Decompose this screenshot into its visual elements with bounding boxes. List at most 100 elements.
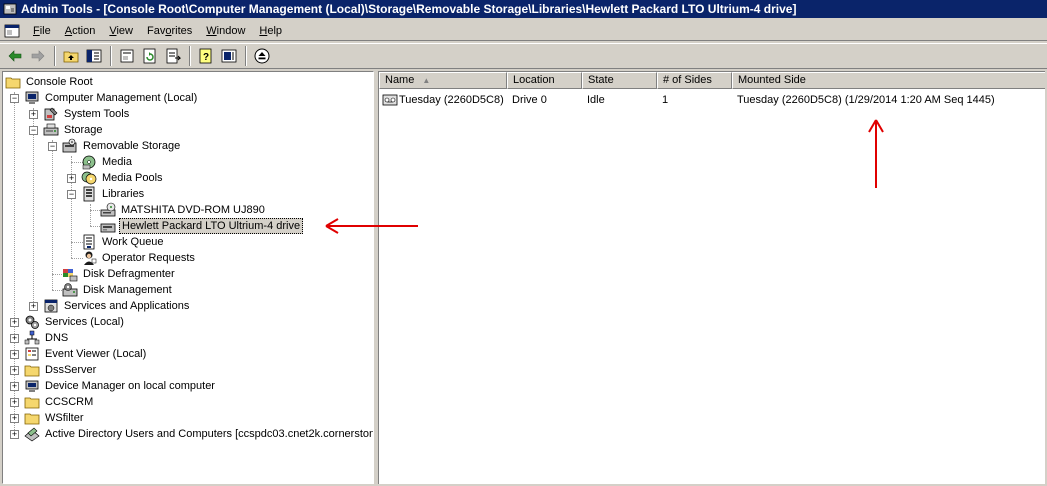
collapse-toggle[interactable]: − [29,126,38,135]
tree-item-console-root[interactable]: Console Root [5,74,95,90]
tree-item-active-directory[interactable]: Active Directory Users and Computers [cc… [24,426,373,442]
tree-item-removable-storage[interactable]: Removable Storage [62,138,182,154]
expand-toggle[interactable]: + [10,430,19,439]
device-manager-icon [25,380,39,392]
list-header: Name ▲ Location State # of Sides Mounted … [379,72,1045,89]
media-icon [82,155,96,170]
tree-connector [90,204,91,226]
expand-toggle[interactable]: + [10,334,19,343]
title-bar[interactable]: Admin Tools - [Console Root\Computer Man… [0,0,1047,18]
tree-item-computer-management[interactable]: Computer Management (Local) [24,90,199,106]
menu-view[interactable]: View [102,22,140,40]
media-pools-icon [81,171,97,185]
expand-toggle[interactable]: + [29,302,38,311]
show-hide-tree-icon [86,49,102,63]
tree-item-libraries[interactable]: Libraries [81,186,146,202]
expand-toggle[interactable]: + [10,366,19,375]
tree-connector [33,108,34,306]
cell-location: Drive 0 [512,94,547,106]
tree-item-dssserver[interactable]: DssServer [24,362,98,378]
tree-item-services-and-applications[interactable]: Services and Applications [43,298,191,314]
menu-file[interactable]: File [26,22,58,40]
collapse-toggle[interactable]: − [10,94,19,103]
tree-item-media[interactable]: Media [81,154,134,170]
forward-button[interactable] [27,45,49,67]
active-directory-icon [24,427,40,442]
tree-item-system-tools[interactable]: System Tools [43,106,131,122]
expand-toggle[interactable]: + [67,174,76,183]
collapse-toggle[interactable]: − [48,142,57,151]
tree-item-work-queue[interactable]: Work Queue [81,234,166,250]
left-arrow-annotation [325,218,418,234]
tree-item-event-viewer[interactable]: Event Viewer (Local) [24,346,148,362]
tree-item-disk-defragmenter[interactable]: Disk Defragmenter [62,266,177,282]
tree-item-wsfilter[interactable]: WSfilter [24,410,86,426]
operator-requests-icon [84,251,97,265]
expand-toggle[interactable]: + [10,350,19,359]
tree-item-disk-management[interactable]: Disk Management [62,282,174,298]
optical-drive-icon [100,202,116,217]
tape-drive-icon [100,223,116,233]
collapse-toggle[interactable]: − [67,190,76,199]
folder-icon [24,365,40,377]
help-icon: ? [199,48,212,64]
computer-management-icon [25,91,39,104]
cell-name: Tuesday (2260D5C8) [379,92,507,108]
menu-window[interactable]: Window [199,22,252,40]
folder-icon [24,413,40,425]
action-pane-icon [221,49,237,63]
properties-button[interactable] [116,45,138,67]
tree-item-storage[interactable]: Storage [43,122,105,138]
tree-item-device-manager[interactable]: Device Manager on local computer [24,378,217,394]
expand-toggle[interactable]: + [29,110,38,119]
tree-item-matshita-dvd-rom[interactable]: MATSHITA DVD-ROM UJ890 [100,202,267,218]
removable-storage-icon [62,138,77,153]
show-hide-tree-button[interactable] [83,45,105,67]
services-gear-icon [25,315,39,329]
properties-icon [120,49,134,63]
refresh-button[interactable] [139,45,161,67]
disk-defragmenter-icon [63,269,78,282]
forward-arrow-icon [31,50,45,62]
disk-management-icon [62,283,78,297]
tree-item-operator-requests[interactable]: Operator Requests [81,250,197,266]
folder-icon [5,77,21,89]
show-hide-action-pane-button[interactable] [218,45,240,67]
export-list-button[interactable] [162,45,184,67]
menu-favorites[interactable]: Favorites [140,22,199,40]
eject-button[interactable] [251,45,273,67]
console-document-icon[interactable] [4,24,20,38]
column-header-state[interactable]: State [582,72,657,89]
help-button[interactable]: ? [195,45,217,67]
eject-icon [254,48,270,64]
toolbar: ? [0,43,1047,69]
menu-help[interactable]: Help [252,22,289,40]
list-row-media[interactable]: Tuesday (2260D5C8) Drive 0 Idle 1 Tuesda… [379,92,1045,108]
column-header-location[interactable]: Location [507,72,582,89]
expand-toggle[interactable]: + [10,398,19,407]
menu-action[interactable]: Action [58,22,103,40]
back-button[interactable] [4,45,26,67]
mmc-window: Admin Tools - [Console Root\Computer Man… [0,0,1047,486]
tree-item-ccscrm[interactable]: CCSCRM [24,394,95,410]
column-header-name[interactable]: Name ▲ [379,72,507,89]
details-pane[interactable]: Name ▲ Location State # of Sides Mounted … [378,71,1045,484]
cell-mounted-side: Tuesday (2260D5C8) (1/29/2014 1:20 AM Se… [737,94,995,106]
cell-state: Idle [587,94,605,106]
up-one-level-button[interactable] [60,45,82,67]
expand-toggle[interactable]: + [10,318,19,327]
svg-text:?: ? [203,52,209,63]
toolbar-separator [245,46,247,66]
toolbar-separator [189,46,191,66]
expand-toggle[interactable]: + [10,382,19,391]
tree-item-dns[interactable]: DNS [24,330,70,346]
sort-ascending-icon: ▲ [422,76,431,85]
expand-toggle[interactable]: + [10,414,19,423]
tree-item-hp-lto-drive[interactable]: Hewlett Packard LTO Ultrium-4 drive [100,218,304,234]
console-tree-pane[interactable]: Console Root − Computer Management (Loca… [2,71,374,484]
tape-media-icon [382,94,398,106]
tree-item-services-local[interactable]: Services (Local) [24,314,126,330]
column-header-sides[interactable]: # of Sides [657,72,732,89]
column-header-mounted-side[interactable]: Mounted Side [732,72,1045,89]
tree-item-media-pools[interactable]: Media Pools [81,170,165,186]
